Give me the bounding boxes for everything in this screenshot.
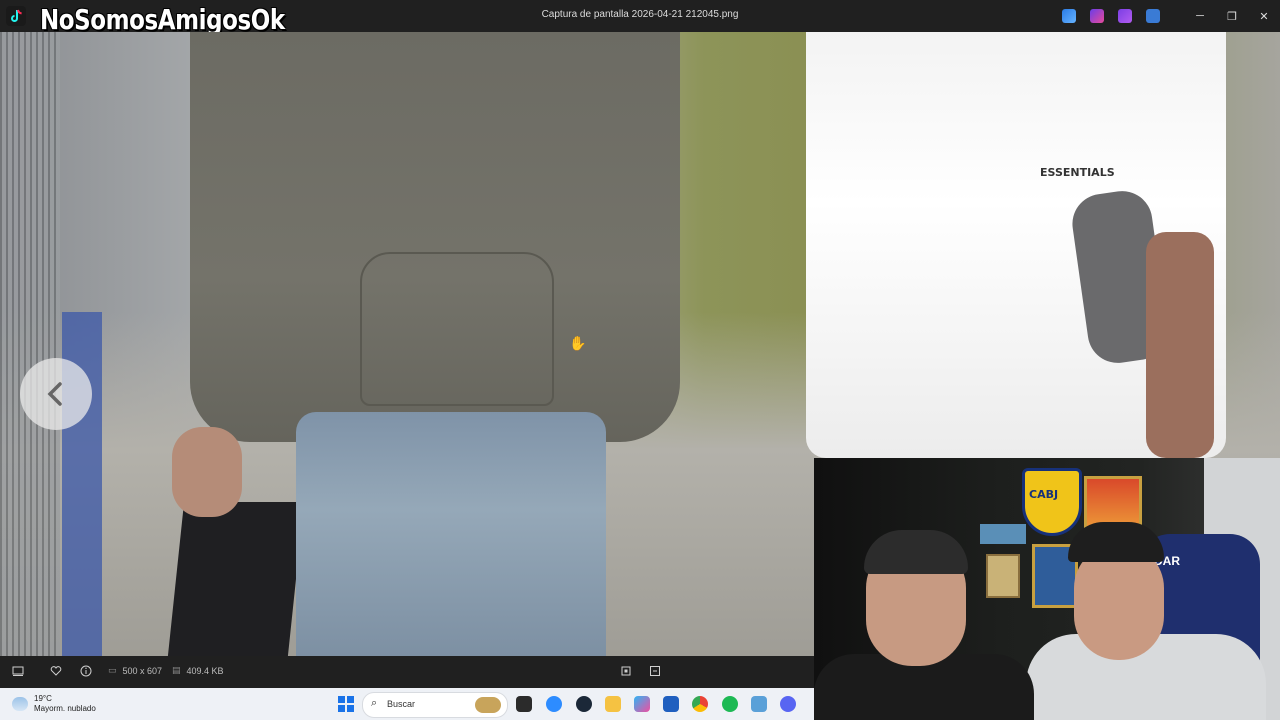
image-file-size: 409.4 KB	[186, 665, 224, 676]
photos-icon[interactable]	[751, 696, 767, 712]
weather-description: Mayorm. nublado	[34, 704, 96, 713]
photo-hand	[172, 427, 242, 517]
start-button[interactable]	[338, 696, 354, 712]
taskbar: 19°C Mayorm. nublado ⌕ Buscar	[0, 688, 814, 720]
photo-jeans	[296, 412, 606, 656]
actual-size-icon[interactable]	[649, 665, 661, 677]
file-explorer-icon[interactable]	[605, 696, 621, 712]
photo-black-bag	[167, 502, 305, 656]
cloudy-weather-icon	[12, 697, 28, 711]
hand-cursor-icon: ✋	[569, 335, 587, 351]
viewer-footer: ▭ 500 x 607 ▤ 409.4 KB	[0, 656, 814, 688]
tshirt-print: ESSENTIALS	[1040, 166, 1115, 179]
close-button[interactable]: ✕	[1248, 0, 1280, 32]
small-frame	[986, 554, 1020, 598]
wall-sign	[980, 524, 1026, 544]
copilot-icon[interactable]	[634, 696, 650, 712]
dimensions-icon: ▭	[108, 665, 117, 675]
search-highlight-icon	[475, 697, 501, 713]
fit-to-window-icon[interactable]	[620, 665, 632, 677]
photo-fence	[0, 32, 60, 656]
chrome-icon[interactable]	[692, 696, 708, 712]
windows-logo-pane	[338, 705, 345, 712]
crest-text: CABJ	[1029, 488, 1059, 501]
filmstrip-icon[interactable]	[12, 665, 24, 677]
clipchamp-icon[interactable]	[1118, 9, 1132, 23]
dimensions-label: ▭ 500 x 607	[108, 665, 162, 676]
onedrive-offline-icon[interactable]	[1146, 9, 1160, 23]
steam-icon[interactable]	[576, 696, 592, 712]
task-view-icon[interactable]	[516, 696, 532, 712]
previous-image-button[interactable]	[20, 358, 92, 430]
favorite-heart-icon[interactable]	[50, 665, 62, 677]
windows-logo-pane	[347, 696, 354, 703]
maximize-button[interactable]: ❐	[1216, 0, 1248, 32]
disk-icon: ▤	[172, 665, 181, 675]
photo-hoodie-pocket	[360, 252, 554, 406]
image-dimensions: 500 x 607	[122, 665, 163, 676]
title-bar: NoSomosAmigosOk Captura de pantalla 2026…	[0, 0, 1280, 36]
windows-logo-pane	[347, 705, 354, 712]
minimize-button[interactable]: ─	[1184, 0, 1216, 32]
weather-widget[interactable]: 19°C Mayorm. nublado	[12, 694, 96, 714]
person-left-cap	[864, 530, 968, 574]
designer-icon[interactable]	[1090, 9, 1104, 23]
search-placeholder: Buscar	[387, 699, 416, 709]
spotify-icon[interactable]	[722, 696, 738, 712]
edit-image-icon[interactable]	[1062, 9, 1076, 23]
zoom-icon[interactable]	[546, 696, 562, 712]
weather-temperature: 19°C	[34, 694, 52, 703]
taskbar-search[interactable]: ⌕ Buscar	[362, 692, 508, 718]
file-size-label: ▤ 409.4 KB	[172, 665, 224, 676]
search-icon: ⌕	[371, 697, 378, 709]
windows-logo-icon	[338, 696, 345, 703]
boca-crest-poster	[1022, 468, 1082, 536]
microsoft-store-icon[interactable]	[663, 696, 679, 712]
chevron-left-icon	[47, 382, 62, 406]
webcam-overlay: CABJ DAR	[814, 458, 1280, 720]
photo-tattooed-arm	[1146, 232, 1214, 458]
info-icon[interactable]	[80, 665, 92, 677]
discord-icon[interactable]	[780, 696, 796, 712]
